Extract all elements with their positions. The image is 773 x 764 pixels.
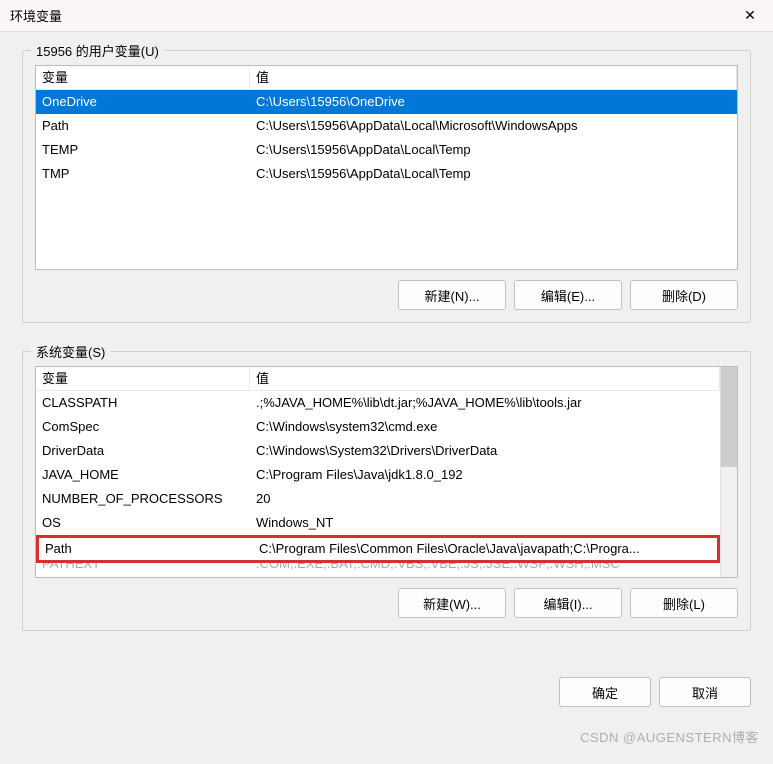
header-variable[interactable]: 变量 [36, 367, 250, 390]
system-variables-group: 系统变量(S) 变量 值 CLASSPATH .;%JAVA_HOME%\lib… [22, 351, 751, 631]
table-row[interactable]: JAVA_HOME C:\Program Files\Java\jdk1.8.0… [36, 463, 720, 487]
cell-value: C:\Program Files\Common Files\Oracle\Jav… [253, 538, 717, 560]
table-row[interactable]: ComSpec C:\Windows\system32\cmd.exe [36, 415, 720, 439]
user-buttons-row: 新建(N)... 编辑(E)... 删除(D) [35, 280, 738, 310]
user-delete-button[interactable]: 删除(D) [630, 280, 738, 310]
cell-value: C:\Users\15956\AppData\Local\Temp [250, 162, 737, 186]
cell-variable: NUMBER_OF_PROCESSORS [36, 487, 250, 511]
header-variable[interactable]: 变量 [36, 66, 250, 89]
header-value[interactable]: 值 [250, 66, 737, 89]
cell-value: C:\Windows\System32\Drivers\DriverData [250, 439, 720, 463]
cell-variable: JAVA_HOME [36, 463, 250, 487]
cell-variable: TMP [36, 162, 250, 186]
system-list-header: 变量 值 [36, 367, 720, 391]
cell-variable: Path [39, 538, 253, 560]
cell-variable: Path [36, 114, 250, 138]
system-delete-button[interactable]: 删除(L) [630, 588, 738, 618]
scrollbar[interactable] [720, 367, 737, 577]
titlebar: 环境变量 ✕ [0, 0, 773, 32]
table-row-highlighted[interactable]: Path C:\Program Files\Common Files\Oracl… [36, 535, 720, 563]
cell-variable: ComSpec [36, 415, 250, 439]
cell-variable: DriverData [36, 439, 250, 463]
cell-value: C:\Windows\system32\cmd.exe [250, 415, 720, 439]
user-new-button[interactable]: 新建(N)... [398, 280, 506, 310]
watermark: CSDN @AUGENSTERN博客 [580, 727, 759, 746]
ok-button[interactable]: 确定 [559, 677, 651, 707]
user-edit-button[interactable]: 编辑(E)... [514, 280, 622, 310]
table-row[interactable]: TEMP C:\Users\15956\AppData\Local\Temp [36, 138, 737, 162]
cell-value: .;%JAVA_HOME%\lib\dt.jar;%JAVA_HOME%\lib… [250, 391, 720, 415]
system-group-title: 系统变量(S) [31, 342, 110, 361]
cell-variable: CLASSPATH [36, 391, 250, 415]
system-new-button[interactable]: 新建(W)... [398, 588, 506, 618]
window-title: 环境变量 [10, 6, 62, 25]
cell-variable: TEMP [36, 138, 250, 162]
scrollbar-thumb[interactable] [721, 367, 737, 467]
close-icon: ✕ [744, 7, 756, 24]
cell-value: C:\Users\15956\AppData\Local\Microsoft\W… [250, 114, 737, 138]
table-row[interactable]: NUMBER_OF_PROCESSORS 20 [36, 487, 720, 511]
cell-variable: PATHEXT [36, 563, 250, 577]
table-row[interactable]: DriverData C:\Windows\System32\Drivers\D… [36, 439, 720, 463]
cell-value: .COM;.EXE;.BAT;.CMD;.VBS;.VBE;.JS;.JSE;.… [250, 563, 720, 577]
cell-value: C:\Users\15956\AppData\Local\Temp [250, 138, 737, 162]
table-row[interactable]: OneDrive C:\Users\15956\OneDrive [36, 90, 737, 114]
table-row[interactable]: CLASSPATH .;%JAVA_HOME%\lib\dt.jar;%JAVA… [36, 391, 720, 415]
user-list-header: 变量 值 [36, 66, 737, 90]
cell-variable: OneDrive [36, 90, 250, 114]
cell-value: Windows_NT [250, 511, 720, 535]
cell-value: C:\Program Files\Java\jdk1.8.0_192 [250, 463, 720, 487]
cell-variable: OS [36, 511, 250, 535]
dialog-buttons-row: 确定 取消 [0, 671, 773, 721]
user-variables-group: 15956 的用户变量(U) 变量 值 OneDrive C:\Users\15… [22, 50, 751, 323]
system-variables-list[interactable]: 变量 值 CLASSPATH .;%JAVA_HOME%\lib\dt.jar;… [35, 366, 738, 578]
cancel-button[interactable]: 取消 [659, 677, 751, 707]
table-row[interactable]: OS Windows_NT [36, 511, 720, 535]
table-row[interactable]: Path C:\Users\15956\AppData\Local\Micros… [36, 114, 737, 138]
user-variables-list[interactable]: 变量 值 OneDrive C:\Users\15956\OneDrive Pa… [35, 65, 738, 270]
table-row[interactable]: TMP C:\Users\15956\AppData\Local\Temp [36, 162, 737, 186]
system-edit-button[interactable]: 编辑(I)... [514, 588, 622, 618]
user-group-title: 15956 的用户变量(U) [31, 41, 164, 60]
cell-value: C:\Users\15956\OneDrive [250, 90, 737, 114]
header-value[interactable]: 值 [250, 367, 720, 390]
cell-value: 20 [250, 487, 720, 511]
table-row[interactable]: PATHEXT .COM;.EXE;.BAT;.CMD;.VBS;.VBE;.J… [36, 563, 720, 577]
system-buttons-row: 新建(W)... 编辑(I)... 删除(L) [35, 588, 738, 618]
close-button[interactable]: ✕ [727, 0, 773, 32]
